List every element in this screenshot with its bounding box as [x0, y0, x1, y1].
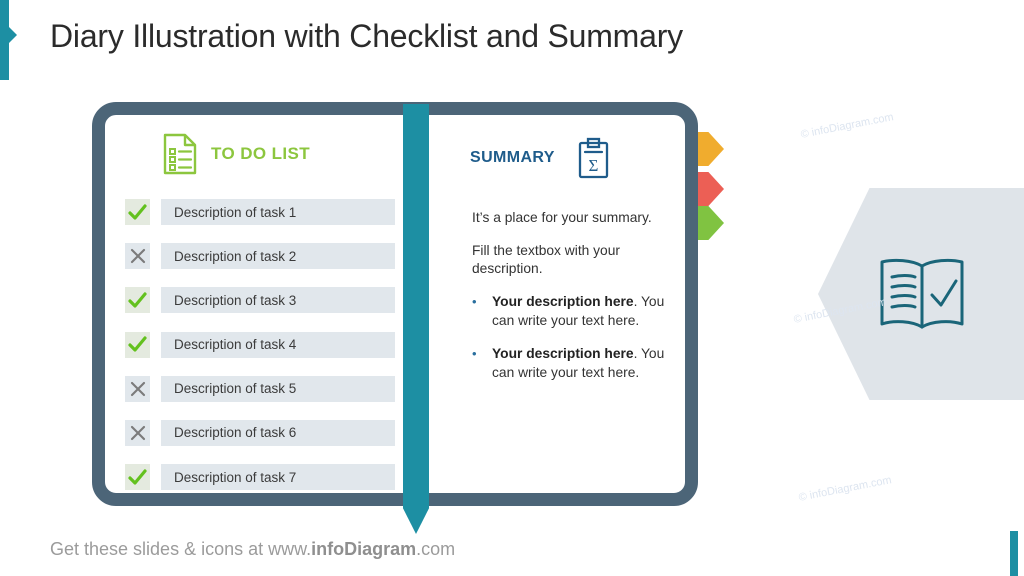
page-title: Diary Illustration with Checklist and Su…	[50, 18, 683, 54]
task-label[interactable]: Description of task 5	[161, 375, 395, 402]
task-label[interactable]: Description of task 4	[161, 331, 395, 358]
left-page-todo: TO DO LIST Description of task 1 Descript…	[105, 115, 408, 493]
task-row[interactable]: Description of task 3	[125, 287, 395, 314]
slide-canvas: Diary Illustration with Checklist and Su…	[0, 0, 1024, 576]
bottom-right-accent-bar	[1010, 531, 1018, 576]
svg-text:Σ: Σ	[588, 156, 598, 175]
summary-bullet-item: • Your description here. You can write yo…	[472, 345, 667, 383]
task-label[interactable]: Description of task 3	[161, 287, 395, 314]
task-row[interactable]: Description of task 4	[125, 331, 395, 358]
check-icon[interactable]	[125, 199, 150, 225]
cross-icon[interactable]	[125, 375, 150, 402]
summary-paragraph: It’s a place for your summary.	[472, 210, 652, 225]
cross-icon[interactable]	[125, 243, 150, 270]
check-icon[interactable]	[125, 464, 150, 491]
ribbon-bookmark	[403, 104, 429, 534]
footer-brand: infoDiagram	[311, 539, 417, 559]
task-row[interactable]: Description of task 6	[125, 419, 395, 446]
checklist-document-icon	[163, 133, 197, 175]
diary-book: TO DO LIST Description of task 1 Descript…	[92, 102, 698, 506]
summary-bullet-list: • Your description here. You can write yo…	[472, 293, 667, 383]
summary-bullet-text: Your description here. You can write you…	[492, 345, 667, 383]
footer-prefix: Get these slides & icons at www.	[50, 539, 312, 559]
summary-body: It’s a place for your summary. Fill the …	[472, 209, 667, 398]
check-icon[interactable]	[125, 287, 150, 314]
summary-heading: SUMMARY	[470, 149, 555, 166]
footer-credit: Get these slides & icons at www.infoDiag…	[50, 539, 455, 560]
todo-header: TO DO LIST	[163, 133, 310, 175]
todo-heading: TO DO LIST	[211, 144, 311, 163]
watermark: © infoDiagram.com	[797, 474, 893, 504]
summary-bullet-bold: Your description here	[492, 346, 634, 362]
bullet-dot-icon: •	[472, 346, 477, 362]
task-row[interactable]: Description of task 1	[125, 199, 395, 225]
task-label[interactable]: Description of task 2	[161, 243, 395, 270]
clipboard-sigma-icon: Σ	[578, 137, 609, 179]
summary-paragraph: Fill the textbox with your description.	[472, 242, 620, 277]
task-list: Description of task 1 Description of task…	[125, 199, 395, 508]
summary-bullet-bold: Your description here	[492, 293, 634, 309]
task-row[interactable]: Description of task 5	[125, 375, 395, 402]
check-icon[interactable]	[125, 331, 150, 358]
summary-bullet-item: • Your description here. You can write yo…	[472, 293, 667, 331]
task-row[interactable]: Description of task 7	[125, 464, 395, 491]
bullet-dot-icon: •	[472, 293, 477, 309]
watermark: © infoDiagram.com	[799, 111, 895, 141]
task-label[interactable]: Description of task 1	[161, 199, 395, 225]
footer-suffix: .com	[416, 539, 456, 559]
task-label[interactable]: Description of task 7	[161, 464, 395, 491]
right-page-summary: SUMMARY Σ It’s a place for your summary.…	[414, 115, 685, 493]
task-label[interactable]: Description of task 6	[161, 419, 395, 446]
cross-icon[interactable]	[125, 419, 150, 446]
open-book-check-icon	[880, 258, 964, 329]
summary-bullet-text: Your description here. You can write you…	[492, 293, 667, 331]
left-accent-chevron-icon	[8, 26, 17, 44]
task-row[interactable]: Description of task 2	[125, 243, 395, 270]
summary-header: SUMMARY Σ	[470, 137, 610, 179]
